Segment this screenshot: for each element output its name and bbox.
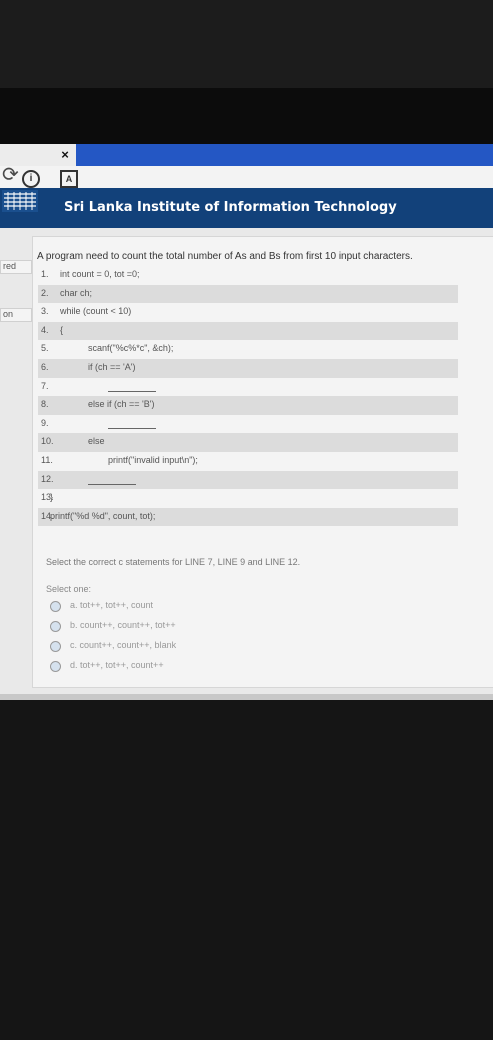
reload-icon[interactable]: ⟳ bbox=[2, 162, 19, 186]
answer-option[interactable]: b. count++, count++, tot++ bbox=[50, 618, 450, 638]
line-number: 4. bbox=[41, 324, 49, 335]
line-number: 10. bbox=[41, 436, 54, 447]
site-title: Sri Lanka Institute of Information Techn… bbox=[64, 200, 397, 215]
code-line: 13.} bbox=[38, 489, 458, 508]
line-number: 6. bbox=[41, 361, 49, 372]
line-code: int count = 0, tot =0; bbox=[60, 269, 140, 279]
sidebar-fragment-1[interactable]: red bbox=[0, 260, 32, 274]
code-line: 14. printf("%d %d", count, tot); bbox=[38, 507, 458, 527]
code-line: 12. bbox=[38, 470, 458, 490]
answer-option[interactable]: c. count++, count++, blank bbox=[50, 638, 450, 658]
background-top bbox=[0, 0, 493, 88]
radio-button[interactable] bbox=[50, 641, 61, 652]
blank-line bbox=[108, 390, 156, 392]
line-code: printf("invalid input\n"); bbox=[108, 454, 198, 465]
code-line: 3. while (count < 10) bbox=[38, 303, 458, 322]
blank-line bbox=[108, 427, 156, 429]
code-line: 6. if (ch == 'A') bbox=[38, 358, 458, 378]
blank-line bbox=[88, 483, 136, 485]
line-code: printf("%d %d", count, tot); bbox=[50, 510, 156, 521]
line-code: else bbox=[88, 436, 105, 447]
line-code: } bbox=[50, 492, 54, 503]
line-number: 7. bbox=[41, 380, 49, 391]
line-number: 12. bbox=[41, 473, 54, 484]
background-band bbox=[0, 88, 493, 144]
radio-button[interactable] bbox=[50, 661, 61, 672]
line-code: char ch; bbox=[60, 287, 93, 298]
sidebar-fragment-2[interactable]: on bbox=[0, 308, 32, 322]
code-line: 5. scanf("%c%*c", &ch); bbox=[38, 340, 458, 359]
select-one-label: Select one: bbox=[46, 584, 92, 594]
option-label[interactable]: d. tot++, tot++, count++ bbox=[70, 660, 164, 670]
line-code: if (ch == 'A') bbox=[88, 361, 136, 372]
site-header: Sri Lanka Institute of Information Techn… bbox=[0, 188, 493, 228]
browser-window: × ⟳ i A Sri Lanka Institute of Informati… bbox=[0, 144, 493, 700]
line-number: 5. bbox=[41, 343, 49, 354]
option-label[interactable]: b. count++, count++, tot++ bbox=[70, 620, 176, 630]
line-number: 1. bbox=[41, 269, 49, 279]
code-line: 4. { bbox=[38, 321, 458, 341]
page-bottom-edge bbox=[0, 694, 493, 700]
answer-options: a. tot++, tot++, count b. count++, count+… bbox=[50, 598, 450, 678]
pdf-icon[interactable]: A bbox=[60, 170, 78, 188]
option-label[interactable]: a. tot++, tot++, count bbox=[70, 600, 153, 610]
line-number: 11. bbox=[41, 454, 53, 465]
option-label[interactable]: c. count++, count++, blank bbox=[70, 640, 176, 650]
close-tab-button[interactable]: × bbox=[58, 148, 72, 162]
line-code: else if (ch == 'B') bbox=[88, 399, 155, 410]
answer-option[interactable]: a. tot++, tot++, count bbox=[50, 598, 450, 618]
code-line: 9. bbox=[38, 415, 458, 434]
sliit-logo bbox=[2, 190, 38, 212]
line-number: 9. bbox=[41, 417, 49, 428]
info-icon[interactable]: i bbox=[22, 170, 40, 188]
question-prompt: Select the correct c statements for LINE… bbox=[46, 557, 301, 567]
code-line: 2. char ch; bbox=[38, 284, 458, 304]
code-line: 11. printf("invalid input\n"); bbox=[38, 452, 458, 471]
question-text: A program need to count the total number… bbox=[37, 251, 413, 262]
line-code: while (count < 10) bbox=[60, 306, 132, 317]
answer-option[interactable]: d. tot++, tot++, count++ bbox=[50, 658, 450, 678]
code-line: 1. int count = 0, tot =0; bbox=[38, 266, 458, 285]
line-number: 3. bbox=[41, 306, 49, 317]
radio-button[interactable] bbox=[50, 601, 61, 612]
code-listing: 1. int count = 0, tot =0; 2. char ch; 3. whil… bbox=[38, 266, 458, 527]
code-line: 7. bbox=[38, 378, 458, 397]
line-number: 8. bbox=[41, 399, 49, 410]
line-code: scanf("%c%*c", &ch); bbox=[88, 343, 174, 354]
code-line: 8. else if (ch == 'B') bbox=[38, 396, 458, 415]
code-line: 10. else bbox=[38, 433, 458, 452]
radio-button[interactable] bbox=[50, 621, 61, 632]
line-number: 2. bbox=[41, 287, 49, 298]
line-code: { bbox=[60, 324, 64, 335]
